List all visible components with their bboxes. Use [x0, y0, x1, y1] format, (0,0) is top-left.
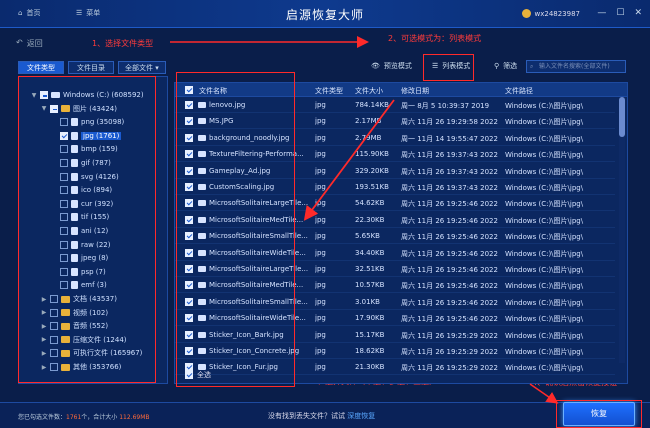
- arrow-step3: [303, 99, 395, 221]
- arrow-step4: [529, 383, 559, 404]
- annotation-arrows: [170, 36, 559, 404]
